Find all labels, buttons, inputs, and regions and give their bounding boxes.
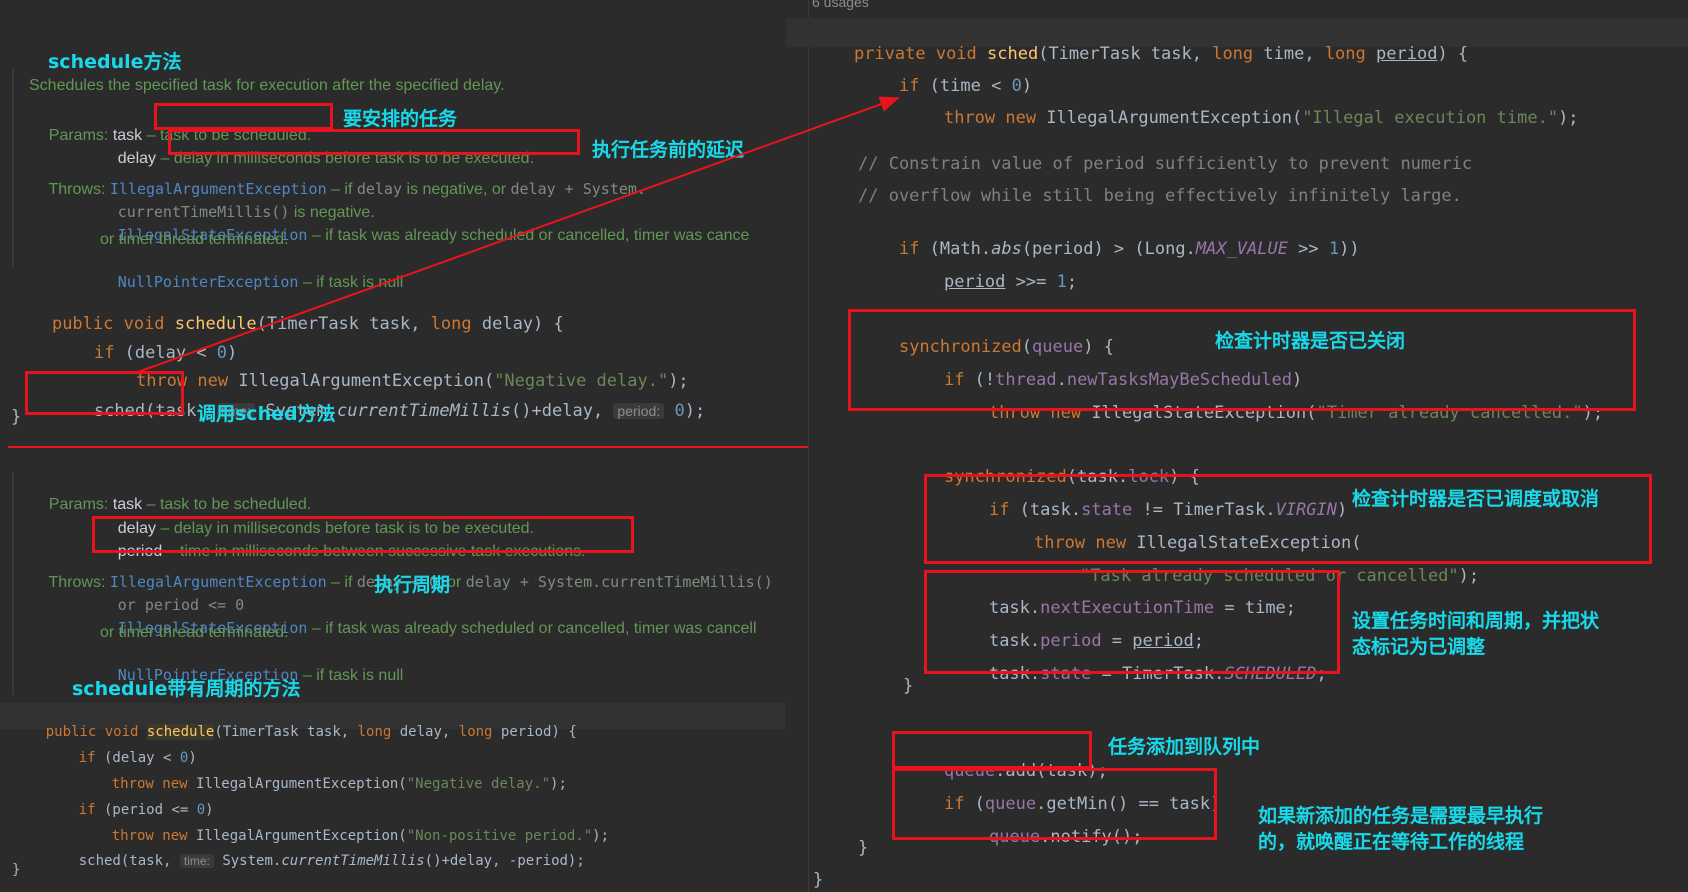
code2-call-args: ()+delay, -period); [424,853,585,869]
sched-space [1366,44,1376,64]
ann-task: 要安排的任务 [343,108,458,130]
box-task-desc [154,103,333,130]
box-set-task [924,570,1340,674]
doc2-throws-iae-desc-a: – if [326,574,357,591]
sched-params-b: time, [1253,44,1325,64]
doc2-throws-iae-code-b: delay + System.currentTimeMillis() [465,573,773,591]
ann-set-task-2: 态标记为已调整 [1352,636,1486,658]
sched-kw-throw-1: throw new [943,108,1047,128]
ann-notify-1: 如果新添加的任务是需要最早执行 [1258,805,1544,827]
sched-comment-1: // Constrain value of period sufficientl… [858,154,1473,174]
code2-exception-a: IllegalArgumentException( [196,776,407,792]
box-queue-add [892,731,1092,769]
sched-kw-long-b: long [1324,44,1366,64]
sched-param-period: period [1376,44,1438,64]
box-sched-call [25,371,184,415]
doc2-throws-npe-desc: – if task is null [298,667,404,684]
doc1-gutter [12,68,14,266]
doc1-throws-iae-desc-b: is negative, or [402,181,511,198]
code2-kw-long-b: long [458,724,493,740]
doc1-throws-label: Throws: [48,181,106,198]
right-gutter-line [808,0,809,892]
code2-line6: sched(task, time: System.currentTimeMill… [45,837,585,885]
sched-max-value: MAX_VALUE [1195,239,1288,259]
code2-sched-call[interactable]: sched(task, [79,853,172,869]
doc1-throws-npe[interactable]: NullPointerException [118,273,299,291]
doc1-throws-iae-code-b: delay + System. [510,180,646,198]
usages-hint[interactable]: 6 usages [812,0,869,10]
ann-period: 执行周期 [374,574,451,596]
code1-period-value: 0 [674,401,685,421]
sched-line5: period >>= 1; [903,252,1077,312]
ann-sched: 调用sched方法 [197,403,336,425]
box-notify [892,768,1217,840]
sched-params-a: (TimerTask task, [1038,44,1213,64]
ann-delay: 执行任务前的延迟 [592,139,745,161]
doc2-throws-label: Throws: [48,574,106,591]
sched-queue-close: } [858,838,869,858]
code2-params-a: (TimerTask task, [214,724,358,740]
sched-num-2: 1 [1328,239,1340,259]
doc1-throws-npe-desc: – if task is null [298,274,404,291]
code2-string-a: "Negative delay." [406,776,551,792]
code2-hint-time: time: [179,854,214,868]
code1-params-b: delay) { [471,314,564,334]
code2-end-a: ); [550,776,567,792]
sched-comment-2: // overflow while still being effectivel… [858,186,1462,206]
box-timer-closed [848,309,1636,411]
box-period-desc [92,516,634,553]
ann-virgin: 检查计时器是否已调度或取消 [1352,488,1600,510]
sched-kw-long-a: long [1212,44,1254,64]
doc2-gutter [12,472,14,695]
sched-params-end: ) { [1437,44,1469,64]
code2-end-b: ); [592,828,610,844]
ann-queue-add: 任务添加到队列中 [1108,736,1261,758]
sched-period-var: period [943,272,1006,292]
code2-params-b: delay, [391,724,459,740]
code1-current-time: currentTimeMillis [337,401,512,421]
sched-semicolon: ; [1066,272,1078,292]
doc1-summary: Schedules the specified task for executi… [29,77,505,94]
sched-method-close: } [813,870,824,890]
code1-call-end: ); [684,401,706,421]
sched-line3: throw new IllegalArgumentException("Ille… [903,88,1579,148]
sched-lock-close: } [903,676,914,696]
code2-kw-long-a: long [357,724,392,740]
sched-shift: >> [1287,239,1329,259]
sched-string-1: "Illegal execution time." [1302,108,1559,128]
doc1-throws-ise-desc: – if task was already scheduled or cance… [307,227,750,244]
ann-set-task-1: 设置任务时间和周期，并把状 [1352,610,1600,632]
code2-params-c: period) { [492,724,577,740]
code1-kw-long: long [430,314,472,334]
red-divider [8,446,808,448]
code1-hint-period: period: [613,403,665,419]
doc1-throws-2b: or timer thread terminated. [100,231,289,248]
sched-end-3: ); [1458,566,1480,586]
code1-delay-arg: ()+delay, [511,401,604,421]
code2-system: System. [222,853,282,869]
title-schedule: schedule方法 [48,51,182,73]
box-delay-desc [168,129,580,155]
doc2-throws-2b: or timer thread terminated. [100,624,289,641]
code1-line5: } [11,407,22,427]
sched-shift-assign: >>= [1005,272,1057,292]
code2-line7: } [12,862,21,878]
ann-timer-closed: 检查计时器是否已关闭 [1215,330,1406,352]
code2-current-time: currentTimeMillis [281,853,425,869]
sched-cond-2-end: )) [1339,239,1360,259]
sched-exception-1: IllegalArgumentException( [1046,108,1303,128]
code1-params-a: (TimerTask task, [256,314,431,334]
title-schedule-period: schedule带有周期的方法 [72,678,301,700]
sched-num-3: 1 [1056,272,1067,292]
doc2-throws-ise-desc: – if task was already scheduled or cance… [307,620,757,637]
ann-notify-2: 的，就唤醒正在等待工作的线程 [1258,831,1525,853]
sched-end-1: ); [1558,108,1579,128]
